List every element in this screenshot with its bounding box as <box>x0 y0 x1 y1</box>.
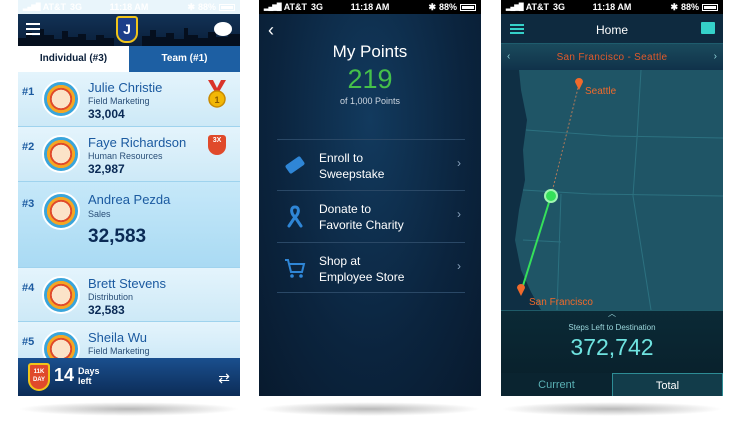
journey-map[interactable]: Seattle San Francisco <box>501 70 723 310</box>
leaderboard-row[interactable]: #1 Julie Christie Field Marketing 33,004… <box>18 72 240 127</box>
clock-label: 11:18 AM <box>592 2 632 12</box>
expand-caret-icon[interactable]: ︿ <box>501 308 723 319</box>
menu-icon[interactable] <box>26 23 40 35</box>
rank-label: #3 <box>22 198 35 210</box>
map-label-san-francisco: San Francisco <box>529 297 593 308</box>
menu-item-charity[interactable]: Donate to Favorite Charity › <box>277 190 465 241</box>
status-bar: ▂▄▆█ AT&T 3G 11:18 AM ✱ 88% <box>259 0 481 14</box>
map-label-seattle: Seattle <box>585 86 617 97</box>
days-left-footer: 11K DAY 14 Days left ⇄ <box>18 358 240 396</box>
chevron-right-icon: › <box>457 156 461 170</box>
rank-label: #1 <box>22 86 35 98</box>
rank-label: #2 <box>22 141 35 153</box>
tab-team[interactable]: Team (#1) <box>129 46 240 72</box>
shopping-cart-icon <box>285 259 306 278</box>
leaderboard-row-current-user[interactable]: #3 Andrea Pezda Sales 32,583 <box>18 182 240 268</box>
gold-medal-icon: 1 <box>208 80 226 108</box>
battery-icon <box>702 3 718 11</box>
leaderboard-row[interactable]: #2 Faye Richardson Human Resources 32,98… <box>18 127 240 182</box>
refresh-icon[interactable]: ⇄ <box>218 370 230 387</box>
employee-name: Andrea Pezda <box>88 192 171 207</box>
menu-item-store[interactable]: Shop at Employee Store › <box>277 242 465 293</box>
route-selector[interactable]: ‹ San Francisco - Seattle › <box>501 44 723 70</box>
route-title: San Francisco - Seattle <box>556 52 668 63</box>
avatar <box>42 135 80 173</box>
leaderboard-tabs: Individual (#3) Team (#1) <box>18 46 240 72</box>
employee-score: 32,583 <box>88 303 125 317</box>
challenge-badge-icon: 11K DAY <box>28 363 50 391</box>
page-title: Home <box>595 23 628 37</box>
avatar <box>42 276 80 314</box>
leaderboard-row[interactable]: #5 Sheila Wu Field Marketing <box>18 322 240 368</box>
employee-department: Field Marketing <box>88 346 150 356</box>
rank-label: #5 <box>22 336 35 348</box>
leaderboard-screen: J ▂▄▆█ AT&T 3G 11:18 AM ✱ 88% Individual … <box>18 0 240 396</box>
employee-name: Julie Christie <box>88 80 163 95</box>
menu-item-label: Enroll to Sweepstake <box>319 151 385 181</box>
back-chevron-icon[interactable]: ‹ <box>268 20 274 41</box>
ticket-icon <box>285 156 305 174</box>
chat-icon[interactable] <box>214 22 232 36</box>
employee-name: Faye Richardson <box>88 135 187 150</box>
page-title: My Points <box>332 42 408 61</box>
days-left-value: 14 <box>54 365 75 385</box>
points-value: 219 <box>347 64 393 94</box>
status-bar: ▂▄▆█ AT&T 3G 11:18 AM ✱ 88% <box>18 0 240 14</box>
menu-item-label: Donate to Favorite Charity <box>319 202 404 232</box>
menu-item-sweepstake[interactable]: Enroll to Sweepstake › <box>277 139 465 190</box>
app-logo: J <box>116 16 138 43</box>
svg-text:1: 1 <box>214 95 219 105</box>
battery-icon <box>460 3 476 11</box>
employee-score: 32,987 <box>88 162 125 176</box>
segment-current[interactable]: Current <box>501 373 612 396</box>
avatar <box>42 80 80 118</box>
employee-name: Sheila Wu <box>88 330 148 345</box>
employee-department: Sales <box>88 209 111 219</box>
rank-label: #4 <box>22 282 35 294</box>
days-left-label: Days left <box>78 366 100 386</box>
clock-label: 11:18 AM <box>109 2 149 12</box>
steps-panel: ︿ Steps Left to Destination 372,742 Curr… <box>501 308 723 396</box>
employee-department: Distribution <box>88 292 134 302</box>
clock-label: 11:18 AM <box>350 2 390 12</box>
journey-header: Home <box>501 14 723 44</box>
employee-department: Field Marketing <box>88 96 150 106</box>
employee-score: 32,583 <box>88 226 147 247</box>
employee-name: Brett Stevens <box>88 276 167 291</box>
chevron-right-icon: › <box>457 259 461 273</box>
status-bar: ▂▄▆█ AT&T 3G 11:18 AM ✱ 88% <box>501 0 723 14</box>
ribbon-icon <box>287 205 303 228</box>
journey-screen: ▂▄▆█ AT&T 3G 11:18 AM ✱ 88% Home ‹ San Fr… <box>501 0 723 396</box>
employee-score: 33,004 <box>88 107 125 121</box>
points-subtitle: of 1,000 Points <box>339 96 401 106</box>
phone-shadow <box>18 402 240 416</box>
phone-shadow <box>501 402 723 416</box>
steps-left-label: Steps Left to Destination <box>568 323 656 332</box>
leaderboard-header: J <box>18 14 240 46</box>
3x-badge-icon: 3X <box>208 135 226 155</box>
chevron-right-icon[interactable]: › <box>714 51 717 62</box>
tab-individual[interactable]: Individual (#3) <box>18 46 129 72</box>
chevron-right-icon: › <box>457 207 461 221</box>
segment-total[interactable]: Total <box>612 373 723 396</box>
battery-icon <box>219 3 235 11</box>
avatar <box>42 192 80 230</box>
points-screen: ▂▄▆█ AT&T 3G 11:18 AM ✱ 88% ‹ My Points 2… <box>259 0 481 396</box>
employee-department: Human Resources <box>88 151 163 161</box>
steps-left-value: 372,742 <box>570 334 654 360</box>
phone-shadow <box>259 402 481 416</box>
leaderboard-row[interactable]: #4 Brett Stevens Distribution 32,583 <box>18 268 240 322</box>
menu-item-label: Shop at Employee Store <box>319 254 405 284</box>
book-icon[interactable] <box>701 22 715 34</box>
